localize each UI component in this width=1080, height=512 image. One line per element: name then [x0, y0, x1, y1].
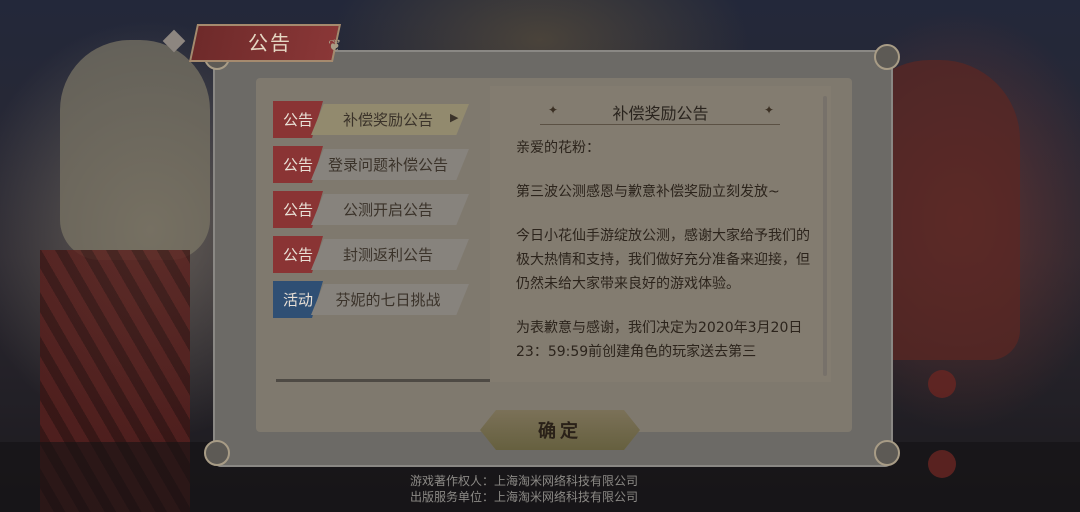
body-paragraph: 今日小花仙手游绽放公测，感谢大家给予我们的极大热情和支持，我们做好充分准备来迎接… [516, 228, 810, 292]
publisher-text: 出版服务单位：上海淘米网络科技有限公司 [410, 490, 639, 504]
body-paragraph: 为表歉意与感谢，我们决定为2020年3月20日23：59:59前创建角色的玩家送… [516, 320, 803, 360]
frame-corner-ornament [874, 44, 900, 70]
tab-label: 芬妮的七日挑战 [335, 291, 441, 309]
side-icon [928, 450, 956, 478]
dialog-title: 公告 [248, 31, 292, 55]
title-flourish-icon: ❦ [328, 36, 342, 55]
tab-compensation-reward[interactable]: 公告 补偿奖励公告 ▶ [273, 101, 469, 138]
tab-closed-beta-rebate[interactable]: 公告 封测返利公告 [273, 236, 469, 273]
announcement-body-clip: 亲爱的花粉： 第三波公测感恩与歉意补偿奖励立刻发放~ 今日小花仙手游绽放公测，感… [490, 86, 831, 382]
tab-list-divider [276, 379, 491, 382]
tab-seven-day-challenge[interactable]: 活动 芬妮的七日挑战 [273, 281, 469, 318]
tab-label: 补偿奖励公告 [342, 111, 433, 129]
copyright-owner-text: 游戏著作权人：上海淘米网络科技有限公司 [410, 474, 639, 488]
announcement-body: 亲爱的花粉： 第三波公测感恩与歉意补偿奖励立刻发放~ 今日小花仙手游绽放公测，感… [516, 136, 812, 382]
tab-label: 公测开启公告 [342, 201, 433, 219]
arrow-right-icon: ▶ [450, 111, 459, 124]
tab-label: 封测返利公告 [342, 246, 433, 264]
tab-open-beta[interactable]: 公告 公测开启公告 [273, 191, 469, 228]
frame-corner-ornament [204, 440, 230, 466]
tab-label: 登录问题补偿公告 [327, 156, 448, 174]
side-icon [928, 370, 956, 398]
body-paragraph: 亲爱的花粉： [516, 140, 600, 156]
character-left-hair [60, 40, 210, 260]
frame-corner-ornament [874, 440, 900, 466]
confirm-button[interactable]: 确定 [480, 410, 640, 450]
confirm-button-label: 确定 [538, 421, 582, 442]
tab-login-issue-compensation[interactable]: 公告 登录问题补偿公告 [273, 146, 469, 183]
body-paragraph: 第三波公测感恩与歉意补偿奖励立刻发放~ [516, 184, 780, 200]
